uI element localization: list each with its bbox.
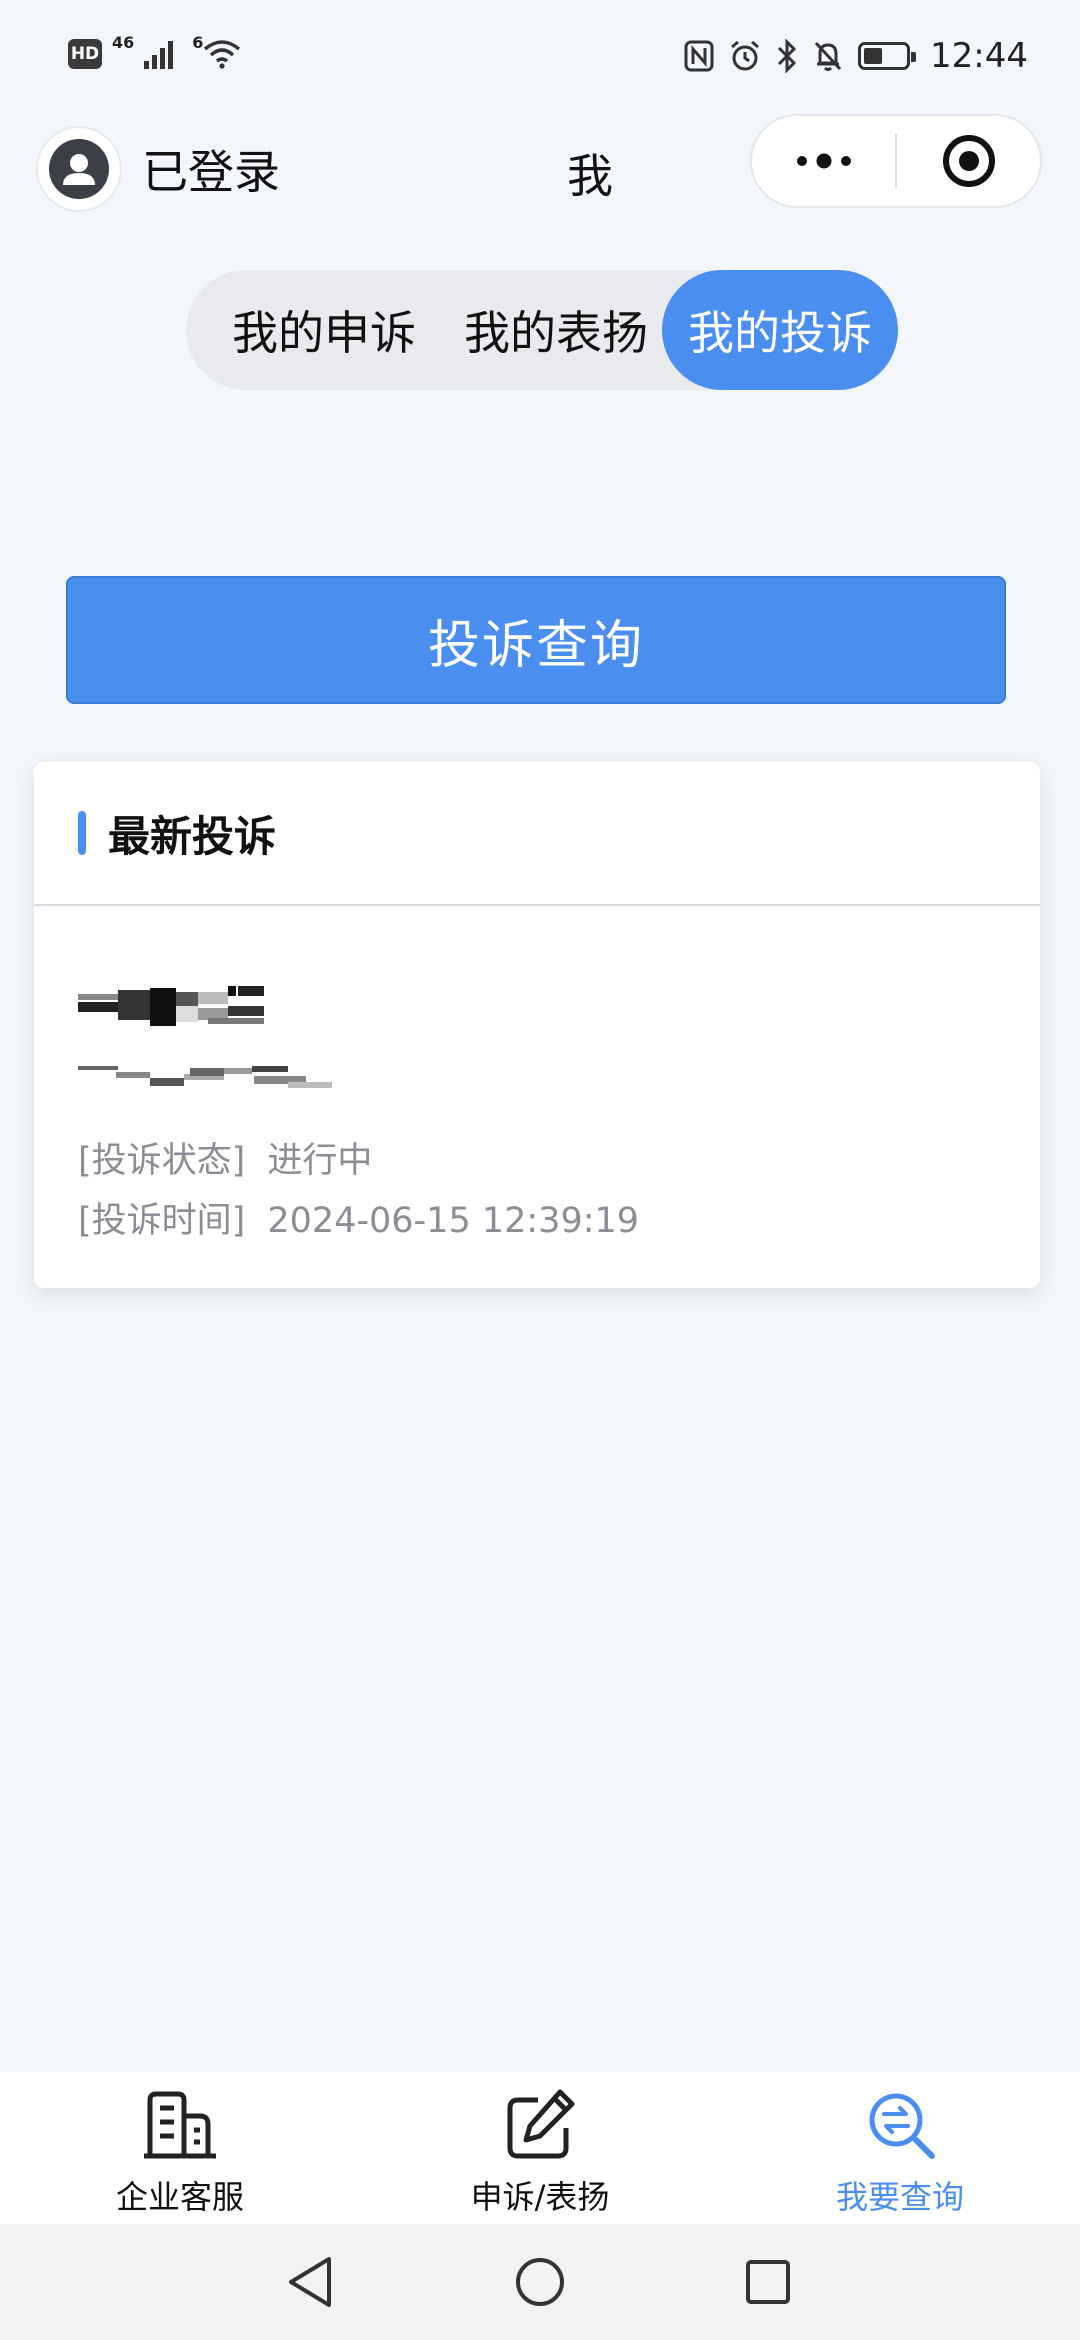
tab-my-complaints[interactable]: 我的投诉 bbox=[662, 270, 898, 390]
building-icon bbox=[144, 2091, 216, 2159]
status-label: [投诉状态] bbox=[78, 1141, 246, 1181]
accent-bar bbox=[78, 811, 86, 855]
complaint-status-line: [投诉状态] 进行中 bbox=[78, 1132, 372, 1183]
complaint-time-line: [投诉时间] 2024-06-15 12:39:19 bbox=[78, 1192, 639, 1243]
user-icon bbox=[63, 154, 95, 185]
redacted-title bbox=[78, 986, 264, 1026]
signal-icon bbox=[144, 41, 174, 69]
wifi-badge: 6 bbox=[192, 32, 204, 52]
time-label: [投诉时间] bbox=[78, 1201, 246, 1241]
more-button[interactable] bbox=[752, 116, 895, 206]
bottom-tab-bar: 企业客服 申诉/表扬 我要查询 bbox=[0, 2072, 1080, 2224]
back-button[interactable] bbox=[280, 2252, 340, 2312]
more-dots-icon bbox=[796, 153, 851, 169]
status-right: 12:44 bbox=[684, 36, 1028, 76]
bluetooth-icon bbox=[777, 39, 797, 73]
tabbar-label: 申诉/表扬 bbox=[470, 2178, 610, 2216]
mute-bell-icon bbox=[814, 41, 842, 71]
recents-square-icon bbox=[746, 2260, 790, 2304]
home-button[interactable] bbox=[510, 2252, 570, 2312]
network-type: 46 bbox=[112, 32, 135, 52]
tab-my-appeals[interactable]: 我的申诉 bbox=[208, 270, 440, 390]
nav-header: 已登录 我 bbox=[0, 114, 1080, 210]
segmented-tabs: 我的申诉 我的表扬 我的投诉 bbox=[186, 270, 898, 390]
tabbar-enterprise-service[interactable]: 企业客服 bbox=[0, 2072, 360, 2224]
edit-icon bbox=[507, 2089, 575, 2159]
home-circle-icon bbox=[516, 2258, 564, 2306]
system-nav-bar bbox=[0, 2224, 1080, 2340]
wifi-icon bbox=[204, 40, 241, 69]
login-status-label: 已登录 bbox=[142, 145, 280, 199]
tabbar-my-query[interactable]: 我要查询 bbox=[720, 2072, 1080, 2224]
tabbar-appeal-praise[interactable]: 申诉/表扬 bbox=[360, 2072, 720, 2224]
complaint-query-button[interactable]: 投诉查询 bbox=[66, 576, 1006, 704]
avatar[interactable] bbox=[38, 128, 120, 210]
tabbar-label: 企业客服 bbox=[115, 2178, 244, 2216]
close-mini-program-button[interactable] bbox=[897, 116, 1040, 206]
alarm-icon bbox=[731, 40, 759, 71]
target-icon bbox=[942, 135, 995, 187]
redacted-subtitle bbox=[78, 1066, 332, 1088]
time-value: 2024-06-15 12:39:19 bbox=[267, 1201, 640, 1241]
battery-icon bbox=[858, 42, 917, 70]
status-time: 12:44 bbox=[930, 36, 1028, 76]
tab-my-praises[interactable]: 我的表扬 bbox=[440, 270, 672, 390]
status-value: 进行中 bbox=[267, 1141, 373, 1181]
search-exchange-icon bbox=[869, 2093, 935, 2159]
recents-button[interactable] bbox=[738, 2252, 798, 2312]
back-triangle-icon bbox=[289, 2257, 331, 2307]
status-left: HD 46 6 bbox=[68, 33, 241, 70]
card-title: 最新投诉 bbox=[108, 811, 277, 861]
mini-program-capsule bbox=[750, 114, 1042, 208]
card-header: 最新投诉 bbox=[34, 762, 1040, 906]
tabbar-label: 我要查询 bbox=[835, 2178, 964, 2216]
latest-complaint-card[interactable]: 最新投诉 [投诉状态] 进行中 [投诉时间] 2024-06-15 12:39:… bbox=[34, 762, 1040, 1288]
status-bar: HD 46 6 12:44 bbox=[0, 0, 1080, 120]
user-login-chip[interactable]: 已登录 bbox=[38, 128, 280, 210]
hd-badge: HD bbox=[68, 39, 102, 69]
nfc-icon bbox=[684, 40, 714, 72]
